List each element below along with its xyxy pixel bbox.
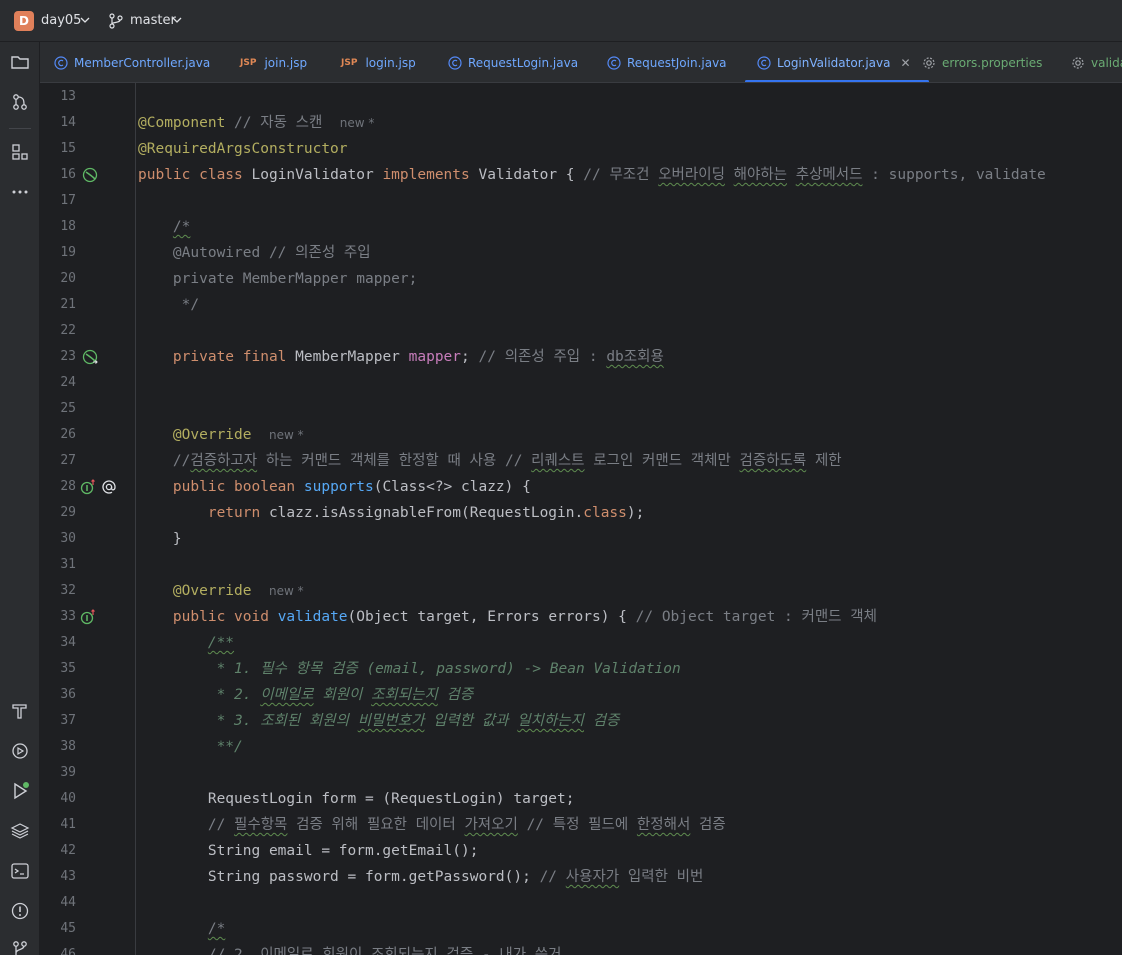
code-line[interactable]: 38 **/ xyxy=(40,734,1122,760)
chevron-down-icon[interactable] xyxy=(80,15,90,25)
bean-icon[interactable] xyxy=(82,167,98,183)
code-line[interactable]: 43 String password = form.getPassword();… xyxy=(40,864,1122,890)
code-line[interactable]: 18 /* xyxy=(40,214,1122,240)
code-line[interactable]: 26 @Override new * xyxy=(40,422,1122,448)
tab-login-jsp[interactable]: JSP login.jsp xyxy=(341,42,416,82)
at-mention-icon[interactable] xyxy=(101,479,117,495)
more-icon[interactable] xyxy=(8,180,32,204)
toolbar-separator xyxy=(9,128,31,129)
tab-requestlogin[interactable]: RequestLogin.java xyxy=(448,42,578,82)
code-line[interactable]: 45 /* xyxy=(40,916,1122,942)
code-line[interactable]: 37 * 3. 조회된 회원의 비밀번호가 입력한 값과 일치하는지 검증 xyxy=(40,708,1122,734)
project-name[interactable]: day05 xyxy=(41,13,81,28)
class-icon xyxy=(607,55,621,70)
problems-icon[interactable] xyxy=(8,899,32,923)
code-line[interactable]: 25 xyxy=(40,396,1122,422)
code-line[interactable]: 42 String email = form.getEmail(); xyxy=(40,838,1122,864)
git-icon[interactable] xyxy=(8,937,32,955)
jsp-file-icon: JSP xyxy=(341,57,358,68)
code-line[interactable]: 28 public boolean supports(Class<?> claz… xyxy=(40,474,1122,500)
autowire-bean-icon[interactable] xyxy=(82,349,98,365)
usage-hint: new * xyxy=(339,116,375,130)
chevron-down-icon[interactable] xyxy=(172,15,182,25)
title-bar: D day05 master xyxy=(0,0,1122,42)
project-folder-icon[interactable] xyxy=(8,50,32,74)
layers-icon[interactable] xyxy=(8,819,32,843)
jsp-file-icon: JSP xyxy=(240,57,257,68)
build-hammer-icon[interactable] xyxy=(8,699,32,723)
code-line[interactable]: 24 xyxy=(40,370,1122,396)
commit-icon[interactable] xyxy=(8,90,32,114)
code-line[interactable]: 41 // 필수항목 검증 위해 필요한 데이터 가져오기 // 특정 필드에 … xyxy=(40,812,1122,838)
tab-errors-properties[interactable]: errors.properties xyxy=(922,42,1042,82)
code-line[interactable]: 17 xyxy=(40,188,1122,214)
code-line[interactable]: 16 public class LoginValidator implement… xyxy=(40,162,1122,188)
project-badge[interactable]: D xyxy=(14,11,34,31)
editor-tabs: MemberController.java JSP join.jsp JSP l… xyxy=(40,42,1122,83)
code-line[interactable]: 31 xyxy=(40,552,1122,578)
gear-icon xyxy=(922,56,936,70)
code-line[interactable]: 44 xyxy=(40,890,1122,916)
usage-hint: new * xyxy=(268,428,304,442)
code-line[interactable]: 15 @RequiredArgsConstructor xyxy=(40,136,1122,162)
terminal-icon[interactable] xyxy=(8,859,32,883)
code-line[interactable]: 29 return clazz.isAssignableFrom(Request… xyxy=(40,500,1122,526)
tab-join-jsp[interactable]: JSP join.jsp xyxy=(240,42,307,82)
code-line[interactable]: 39 xyxy=(40,760,1122,786)
code-line[interactable]: 46 // 2. 이메일로 회원이 조회되는지 검증 - 내가 쓴거 xyxy=(40,942,1122,955)
class-icon xyxy=(757,55,771,70)
implements-method-icon[interactable] xyxy=(80,609,96,625)
code-line[interactable]: 33 public void validate(Object target, E… xyxy=(40,604,1122,630)
tool-window-bar xyxy=(0,42,40,955)
tab-validation-properties[interactable]: valida xyxy=(1071,42,1122,82)
code-line[interactable]: 27 //검증하고자 하는 커맨드 객체를 한정할 때 사용 // 리퀘스트 로… xyxy=(40,448,1122,474)
usage-hint: new * xyxy=(268,584,304,598)
code-line[interactable]: 23 private final MemberMapper mapper; //… xyxy=(40,344,1122,370)
code-line[interactable]: 35 * 1. 필수 항목 검증 (email, password) -> Be… xyxy=(40,656,1122,682)
tab-requestjoin[interactable]: RequestJoin.java xyxy=(607,42,727,82)
services-icon[interactable] xyxy=(8,739,32,763)
branch-icon xyxy=(109,13,123,29)
branch-name[interactable]: master xyxy=(130,13,176,28)
code-line[interactable]: 32 @Override new * xyxy=(40,578,1122,604)
code-line[interactable]: 22 xyxy=(40,318,1122,344)
code-line[interactable]: 40 RequestLogin form = (RequestLogin) ta… xyxy=(40,786,1122,812)
code-editor[interactable]: 13 14 @Component // 자동 스캔 new * 15 @Requ… xyxy=(40,83,1122,955)
code-line[interactable]: 13 xyxy=(40,84,1122,110)
tab-membercontroller[interactable]: MemberController.java xyxy=(54,42,210,82)
class-icon xyxy=(448,55,462,70)
implements-method-icon[interactable] xyxy=(80,479,96,495)
code-line[interactable]: 30 } xyxy=(40,526,1122,552)
tab-loginvalidator[interactable]: LoginValidator.java ✕ xyxy=(745,42,929,82)
code-line[interactable]: 14 @Component // 자동 스캔 new * xyxy=(40,110,1122,136)
structure-icon[interactable] xyxy=(8,140,32,164)
code-line[interactable]: 20 private MemberMapper mapper; xyxy=(40,266,1122,292)
code-line[interactable]: 34 /** xyxy=(40,630,1122,656)
gear-icon xyxy=(1071,56,1085,70)
code-line[interactable]: 19 @Autowired // 의존성 주입 xyxy=(40,240,1122,266)
class-icon xyxy=(54,55,68,70)
close-icon[interactable]: ✕ xyxy=(900,56,910,70)
code-line[interactable]: 21 */ xyxy=(40,292,1122,318)
run-icon[interactable] xyxy=(8,779,32,803)
code-line[interactable]: 36 * 2. 이메일로 회원이 조회되는지 검증 xyxy=(40,682,1122,708)
